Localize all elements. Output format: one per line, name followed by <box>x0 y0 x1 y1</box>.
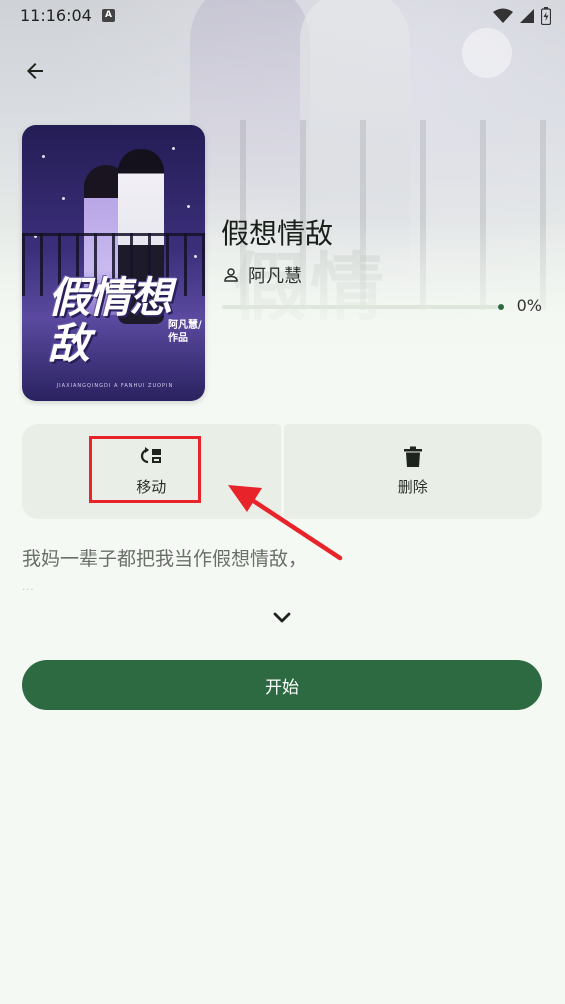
progress-indicator <box>498 304 504 310</box>
trash-icon <box>403 446 422 467</box>
status-icons <box>493 6 551 26</box>
wifi-icon <box>493 8 513 23</box>
reading-progress: 0% <box>222 296 542 318</box>
signal-icon <box>520 9 534 23</box>
action-card: 移动 删除 <box>22 424 542 519</box>
move-icon <box>141 447 162 464</box>
status-time: 11:16:04 <box>20 6 92 25</box>
author-name: 阿凡慧 <box>248 266 302 287</box>
person-icon <box>224 268 238 282</box>
expand-description-button[interactable] <box>266 602 298 634</box>
author-row[interactable]: 阿凡慧 <box>222 262 302 288</box>
book-description: 我妈一辈子都把我当作假想情敌， <box>22 548 308 570</box>
cover-pinyin-art: JIAXIANGQINGDI A FANHUI ZUOPIN <box>56 383 174 389</box>
description-ellipsis: ... <box>22 582 35 593</box>
cover-author-art: 阿凡慧/作品 <box>168 320 202 344</box>
back-button[interactable] <box>16 52 54 90</box>
progress-track <box>222 305 498 309</box>
delete-button[interactable]: 删除 <box>283 424 542 519</box>
move-button[interactable]: 移动 <box>22 424 281 519</box>
chevron-down-icon <box>273 612 291 623</box>
notification-a-icon: A <box>102 9 115 22</box>
progress-label: 0% <box>516 296 542 315</box>
arrow-left-icon <box>27 63 43 79</box>
book-title: 假想情敌 <box>221 217 334 250</box>
book-cover[interactable]: 假情想敌 阿凡慧/作品 JIAXIANGQINGDI A FANHUI ZUOP… <box>22 125 205 401</box>
move-label: 移动 <box>136 478 167 496</box>
delete-label: 删除 <box>397 478 428 496</box>
status-bar: 11:16:04 A <box>0 0 565 32</box>
battery-icon <box>541 7 551 25</box>
start-reading-button[interactable]: 开始 <box>22 660 542 710</box>
book-detail-screen: 假情 11:16:04 A <box>0 0 565 1004</box>
